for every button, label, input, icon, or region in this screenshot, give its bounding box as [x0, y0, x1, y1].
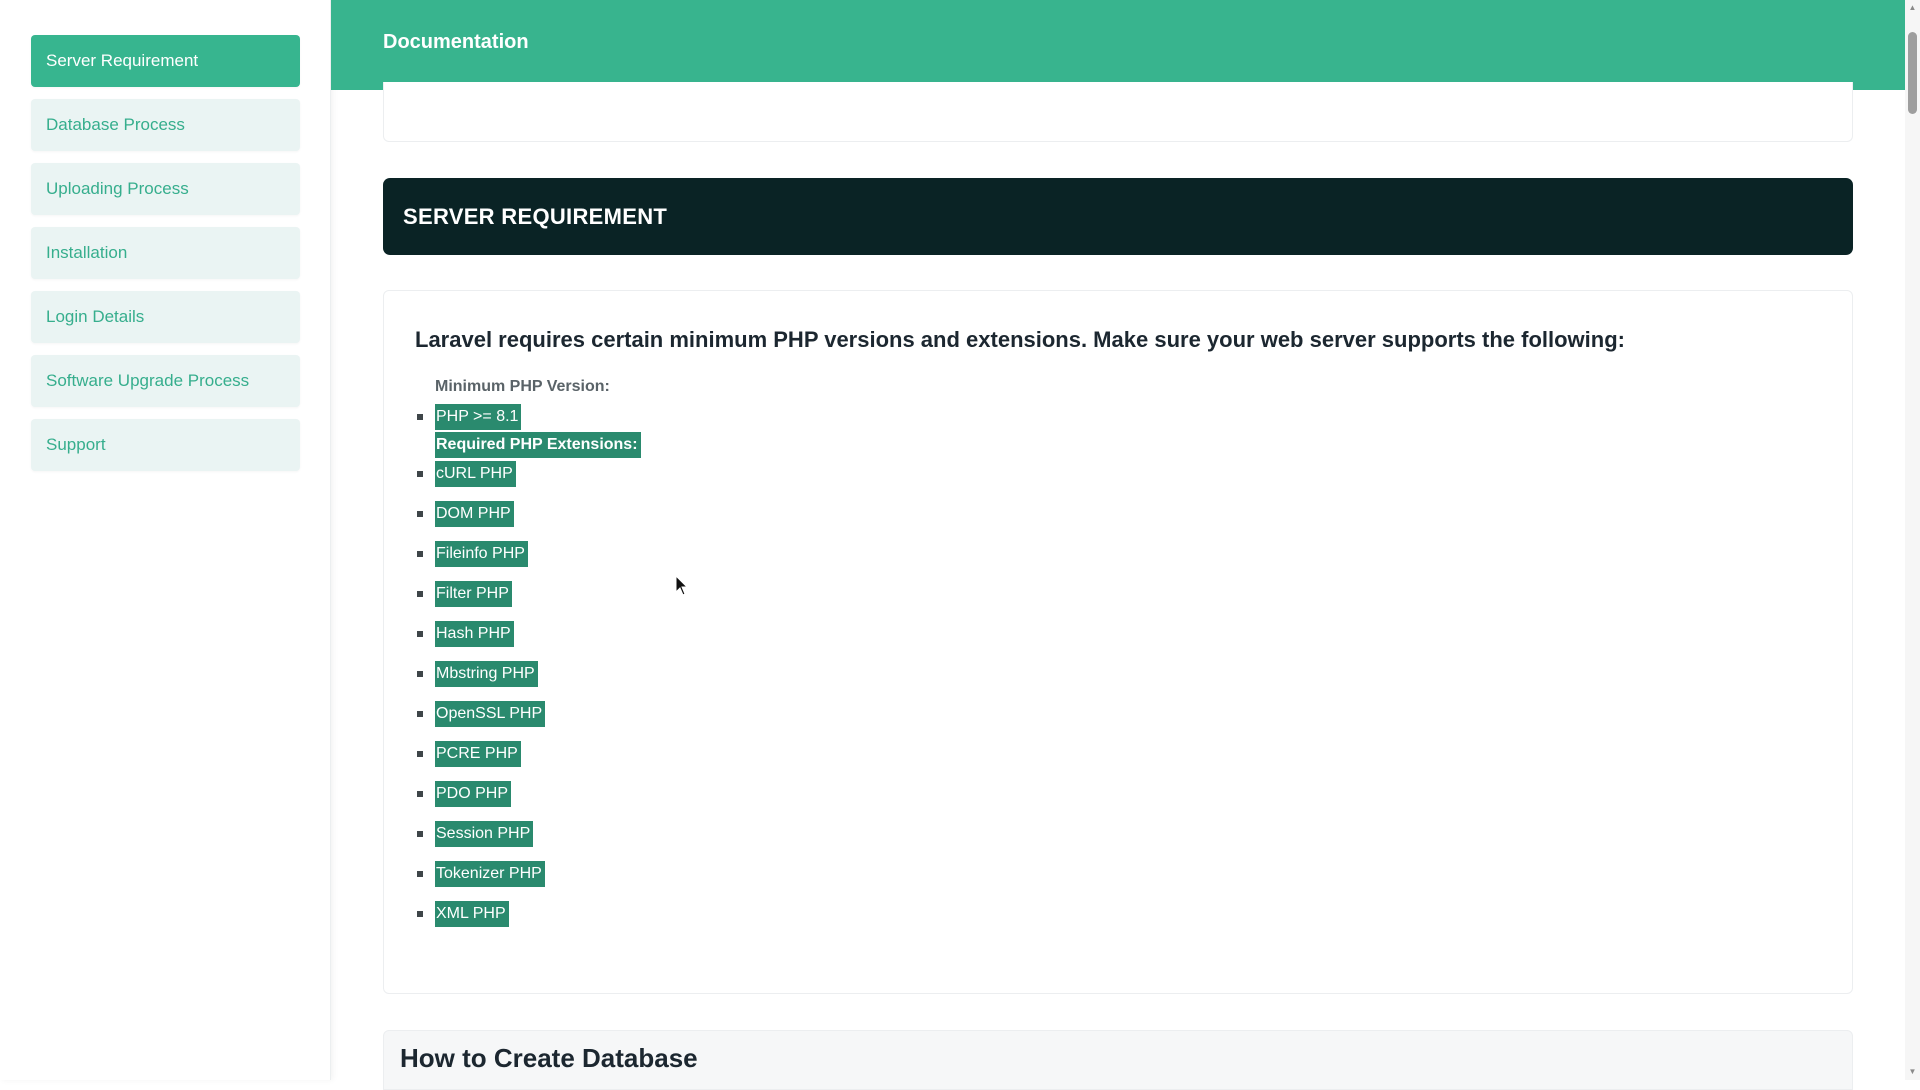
extension-item: cURL PHP — [435, 461, 516, 487]
sidebar-item-login-details[interactable]: Login Details — [31, 291, 300, 343]
scroll-down-arrow-icon[interactable]: ▼ — [1907, 1066, 1918, 1077]
sidebar-item-support[interactable]: Support — [31, 419, 300, 471]
list-bullet — [417, 671, 423, 677]
previous-content-card — [383, 82, 1853, 142]
create-database-card: How to Create Database — [383, 1030, 1853, 1090]
list-bullet — [417, 911, 423, 917]
list-bullet — [417, 591, 423, 597]
list-bullet — [417, 551, 423, 557]
extension-item: Session PHP — [435, 821, 534, 847]
extension-item: Hash PHP — [435, 621, 514, 647]
list-bullet — [417, 711, 423, 717]
sidebar-item-software-upgrade-process[interactable]: Software Upgrade Process — [31, 355, 300, 407]
extension-item: Filter PHP — [435, 581, 512, 607]
sidebar-item-installation[interactable]: Installation — [31, 227, 300, 279]
extension-item: Tokenizer PHP — [435, 861, 545, 887]
list-bullet — [417, 631, 423, 637]
requirements-list: Minimum PHP Version: PHP >= 8.1 Required… — [384, 291, 1852, 993]
min-version-value: PHP >= 8.1 — [435, 404, 522, 430]
sidebar: Server Requirement Database Process Uplo… — [0, 0, 331, 1080]
extension-item: PDO PHP — [435, 781, 512, 807]
mouse-cursor-icon — [675, 575, 689, 596]
scrollbar-thumb[interactable] — [1908, 32, 1917, 114]
extension-item: OpenSSL PHP — [435, 701, 546, 727]
sidebar-item-uploading-process[interactable]: Uploading Process — [31, 163, 300, 215]
extensions-label: Required PHP Extensions: — [435, 432, 641, 458]
create-database-title: How to Create Database — [400, 1043, 698, 1073]
extension-item: Mbstring PHP — [435, 661, 538, 687]
list-bullet — [417, 831, 423, 837]
list-bullet — [417, 751, 423, 757]
sidebar-item-database-process[interactable]: Database Process — [31, 99, 300, 151]
top-header-bar: Documentation — [331, 0, 1905, 90]
min-version-label: Minimum PHP Version: — [435, 378, 610, 395]
list-bullet — [417, 871, 423, 877]
extension-item: DOM PHP — [435, 501, 514, 527]
vertical-scrollbar[interactable]: ▲ ▼ — [1905, 0, 1920, 1080]
list-bullet — [417, 414, 423, 420]
sidebar-item-server-requirement[interactable]: Server Requirement — [31, 35, 300, 87]
page-title: Documentation — [383, 31, 529, 53]
list-bullet — [417, 471, 423, 477]
section-title: SERVER REQUIREMENT — [403, 204, 668, 229]
section-header: SERVER REQUIREMENT — [383, 178, 1853, 255]
extension-item: PCRE PHP — [435, 741, 521, 767]
list-bullet — [417, 791, 423, 797]
extension-item: Fileinfo PHP — [435, 541, 528, 567]
requirements-card: Laravel requires certain minimum PHP ver… — [383, 290, 1853, 994]
scroll-up-arrow-icon[interactable]: ▲ — [1907, 2, 1918, 13]
list-bullet — [417, 511, 423, 517]
extension-item: XML PHP — [435, 901, 509, 927]
